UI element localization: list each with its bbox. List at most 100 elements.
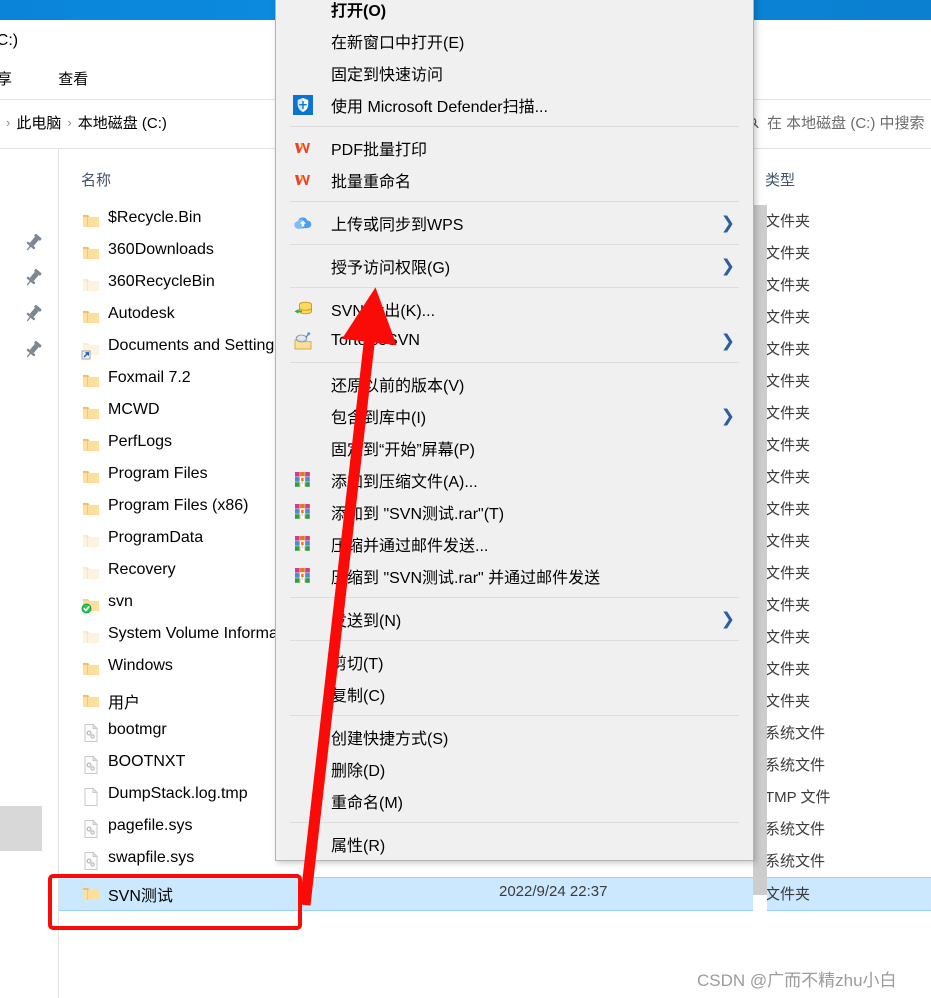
file-type: 文件夹 bbox=[765, 565, 811, 582]
folder-icon bbox=[81, 659, 101, 679]
breadcrumb-this-pc[interactable]: 此电脑 bbox=[16, 112, 61, 133]
menu-item[interactable]: PDF批量打印 bbox=[276, 132, 753, 164]
folder-icon bbox=[81, 371, 101, 391]
menu-item[interactable]: 授予访问权限(G) ❯ bbox=[276, 250, 753, 282]
system-file-icon bbox=[81, 851, 101, 871]
menu-item-label: PDF批量打印 bbox=[331, 142, 428, 159]
menu-item[interactable]: 压缩到 "SVN测试.rar" 并通过邮件发送 bbox=[276, 560, 753, 592]
wps-icon bbox=[293, 170, 313, 190]
menu-item[interactable]: TortoiseSVN ❯ bbox=[276, 325, 753, 357]
menu-item[interactable]: 批量重命名 bbox=[276, 164, 753, 196]
ribbon-tab-bar: 共享 查看 bbox=[0, 68, 88, 89]
breadcrumb-local-disk-c[interactable]: 本地磁盘 (C:) bbox=[78, 112, 167, 133]
menu-item[interactable]: 固定到“开始”屏幕(P) bbox=[276, 432, 753, 464]
folder-dim-icon bbox=[81, 275, 101, 295]
menu-item[interactable]: 使用 Microsoft Defender扫描... bbox=[276, 89, 753, 121]
menu-item-label: 批量重命名 bbox=[331, 174, 412, 191]
menu-item-label: 复制(C) bbox=[331, 688, 386, 705]
file-name: Program Files (x86) bbox=[108, 497, 249, 514]
menu-separator bbox=[290, 822, 739, 823]
menu-item-label: 使用 Microsoft Defender扫描... bbox=[331, 99, 548, 116]
folder-icon bbox=[81, 691, 101, 711]
menu-item[interactable]: 添加到 "SVN测试.rar"(T) bbox=[276, 496, 753, 528]
file-type: 文件夹 bbox=[765, 533, 811, 550]
chevron-right-icon: ❯ bbox=[720, 406, 735, 426]
folder-icon bbox=[81, 499, 101, 519]
menu-separator bbox=[290, 362, 739, 363]
menu-item[interactable]: 固定到快速访问 bbox=[276, 57, 753, 89]
file-type: 文件夹 bbox=[765, 661, 811, 678]
file-name: Documents and Settings bbox=[108, 337, 283, 354]
pin-icon[interactable] bbox=[22, 232, 44, 254]
menu-item-label: 重命名(M) bbox=[331, 795, 403, 812]
menu-item-label: 添加到压缩文件(A)... bbox=[331, 474, 478, 491]
file-name: MCWD bbox=[108, 401, 160, 418]
column-header-type[interactable]: 类型 bbox=[765, 169, 795, 190]
menu-item-label: 包含到库中(I) bbox=[331, 410, 427, 427]
file-type: 文件夹 bbox=[765, 469, 811, 486]
menu-item-label: 压缩并通过邮件发送... bbox=[331, 538, 489, 555]
folder-shortcut-icon bbox=[81, 339, 101, 360]
menu-item-label: 压缩到 "SVN测试.rar" 并通过邮件发送 bbox=[331, 570, 601, 587]
menu-item[interactable]: 在新窗口中打开(E) bbox=[276, 25, 753, 57]
menu-item[interactable]: 复制(C) bbox=[276, 678, 753, 710]
system-file-icon bbox=[81, 755, 101, 775]
menu-item-label: TortoiseSVN bbox=[331, 332, 420, 349]
chevron-right-icon: ❯ bbox=[720, 213, 735, 233]
menu-item[interactable]: 还原以前的版本(V) bbox=[276, 368, 753, 400]
folder-icon bbox=[81, 243, 101, 263]
address-bar[interactable]: › 此电脑 › 本地磁盘 (C:) bbox=[0, 112, 167, 140]
defender-shield-icon bbox=[293, 95, 313, 115]
file-name: Recovery bbox=[108, 561, 176, 578]
search-box[interactable]: ⚲在 本地磁盘 (C:) 中搜索 bbox=[744, 112, 925, 140]
menu-item-label: 固定到快速访问 bbox=[331, 67, 444, 84]
column-header-name[interactable]: 名称 bbox=[81, 169, 111, 190]
menu-item-label: 在新窗口中打开(E) bbox=[331, 35, 465, 52]
menu-item[interactable]: 包含到库中(I) ❯ bbox=[276, 400, 753, 432]
file-name: svn bbox=[108, 593, 133, 610]
menu-separator bbox=[290, 640, 739, 641]
breadcrumb-arrow-icon: › bbox=[67, 115, 72, 130]
menu-item[interactable]: 删除(D) bbox=[276, 753, 753, 785]
menu-item[interactable]: 创建快捷方式(S) bbox=[276, 721, 753, 753]
menu-item[interactable]: 上传或同步到WPS ❯ bbox=[276, 207, 753, 239]
pin-icon[interactable] bbox=[22, 303, 44, 325]
menu-item[interactable]: 属性(R) bbox=[276, 828, 753, 860]
menu-item-label: 创建快捷方式(S) bbox=[331, 731, 449, 748]
file-name: bootmgr bbox=[108, 721, 167, 738]
pin-icon[interactable] bbox=[22, 267, 44, 289]
svn-checkout-icon bbox=[293, 299, 313, 319]
navigation-scrollbar[interactable] bbox=[0, 806, 42, 851]
menu-item[interactable]: 压缩并通过邮件发送... bbox=[276, 528, 753, 560]
tab-view[interactable]: 查看 bbox=[58, 68, 88, 89]
menu-separator bbox=[290, 201, 739, 202]
file-type: 文件夹 bbox=[765, 245, 811, 262]
menu-item[interactable]: 打开(O) bbox=[276, 0, 753, 25]
file-name: DumpStack.log.tmp bbox=[108, 785, 248, 802]
menu-separator bbox=[290, 126, 739, 127]
file-name: Autodesk bbox=[108, 305, 175, 322]
context-menu[interactable]: 打开(O) 在新窗口中打开(E) 固定到快速访问使用 Microsoft Defen… bbox=[275, 0, 754, 861]
file-name: Foxmail 7.2 bbox=[108, 369, 191, 386]
folder-icon bbox=[81, 307, 101, 327]
tab-share[interactable]: 共享 bbox=[0, 68, 12, 89]
file-name: 360RecycleBin bbox=[108, 273, 215, 290]
pin-icon[interactable] bbox=[22, 339, 44, 361]
folder-icon bbox=[81, 403, 101, 423]
menu-item[interactable]: 添加到压缩文件(A)... bbox=[276, 464, 753, 496]
wps-cloud-icon bbox=[293, 213, 313, 233]
file-date: 2022/9/24 22:37 bbox=[499, 883, 608, 900]
menu-item[interactable]: SVN 检出(K)... bbox=[276, 293, 753, 325]
system-file-icon bbox=[81, 819, 101, 839]
folder-dim-icon bbox=[81, 627, 101, 647]
menu-item-label: 授予访问权限(G) bbox=[331, 260, 451, 277]
breadcrumb-arrow-icon: › bbox=[6, 115, 11, 130]
file-list-scrollbar-thumb[interactable] bbox=[753, 205, 767, 895]
chevron-right-icon: ❯ bbox=[720, 609, 735, 629]
menu-item[interactable]: 发送到(N) ❯ bbox=[276, 603, 753, 635]
menu-item-label: 还原以前的版本(V) bbox=[331, 378, 465, 395]
file-type: 文件夹 bbox=[765, 309, 811, 326]
file-name: Windows bbox=[108, 657, 173, 674]
menu-item[interactable]: 剪切(T) bbox=[276, 646, 753, 678]
menu-item[interactable]: 重命名(M) bbox=[276, 785, 753, 817]
